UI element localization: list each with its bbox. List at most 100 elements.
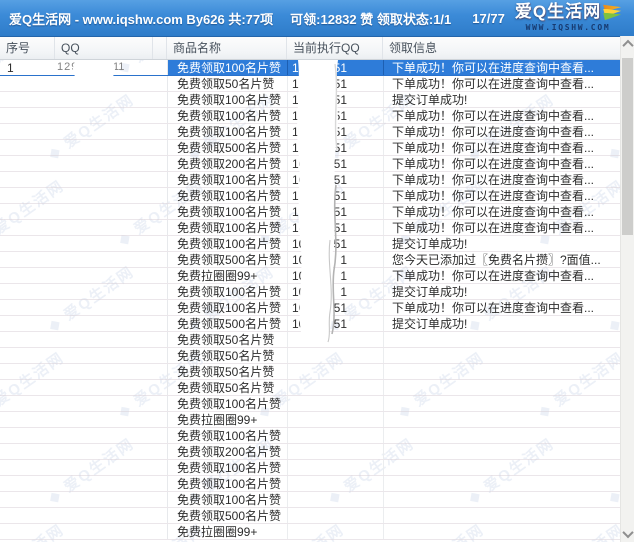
claim-status: 可领:12832 赞 领取状态:1/1 [290, 9, 451, 28]
cell-product: 免费领取100名片赞 [167, 396, 287, 411]
cell-product: 免费领取100名片赞 [167, 172, 287, 187]
table-row[interactable]: 免费领取100名片赞 10 351 下单成功！你可以在进度查询中查看... [0, 172, 620, 188]
table-row[interactable]: 免费领取200名片赞 10 351 下单成功！你可以在进度查询中查看... [0, 156, 620, 172]
table-row[interactable]: 免费领取100名片赞 10 51 下单成功！你可以在进度查询中查看... [0, 220, 620, 236]
table-row[interactable]: 免费拉圈圈99+ [0, 524, 620, 540]
cell-qq [55, 188, 153, 203]
cell-info [383, 428, 620, 443]
cell-qq [55, 108, 153, 123]
cell-info: 下单成功！你可以在进度查询中查看... [383, 124, 620, 139]
cell-qq [55, 124, 153, 139]
table-row[interactable]: 免费领取100名片赞 10 1 提交订单成功! [0, 284, 620, 300]
cell-info [383, 508, 620, 523]
cell-info [383, 364, 620, 379]
table-row[interactable]: 免费领取100名片赞 10 51 下单成功！你可以在进度查询中查看... [0, 124, 620, 140]
exec-prefix: 100 [288, 301, 312, 315]
exec-suffix: 351 [327, 189, 347, 203]
exec-suffix: 351 [327, 157, 347, 171]
table-row[interactable]: 免费领取500名片赞 [0, 508, 620, 524]
column-header-seq[interactable]: 序号 [0, 36, 55, 59]
table-row[interactable]: 免费领取100名片赞 100 51 下单成功！你可以在进度查询中查看... [0, 300, 620, 316]
table-row[interactable]: 免费领取500名片赞 10 51 下单成功！你可以在进度查询中查看... [0, 140, 620, 156]
table-row[interactable]: 免费领取100名片赞 [0, 460, 620, 476]
cell-qq [55, 268, 153, 283]
cell-qq [55, 300, 153, 315]
cell-seq [0, 380, 55, 395]
column-header-qq[interactable]: QQ [55, 36, 153, 59]
table-row[interactable]: 免费领取200名片赞 [0, 444, 620, 460]
table-row[interactable]: 免费领取100名片赞 [0, 396, 620, 412]
cell-qq [55, 76, 153, 91]
scroll-down-button[interactable] [621, 526, 634, 542]
table-row[interactable]: 免费领取100名片赞 [0, 476, 620, 492]
table-row[interactable]: 免费领取50名片赞 [0, 380, 620, 396]
cell-exec-qq [287, 444, 383, 459]
exec-suffix: 51 [334, 93, 347, 107]
cell-gap [153, 460, 167, 475]
cell-seq [0, 444, 55, 459]
cell-qq [55, 476, 153, 491]
table-row[interactable]: 1 129 11 免费领取100名片赞 100 51 下单成功！你可以在进度查询… [0, 60, 620, 76]
table-row[interactable]: 免费领取500名片赞 106 51 提交订单成功! [0, 316, 620, 332]
cell-exec-qq [287, 460, 383, 475]
cell-exec-qq: 10 1 [287, 252, 383, 267]
table-row[interactable]: 免费领取100名片赞 10 351 下单成功！你可以在进度查询中查看... [0, 204, 620, 220]
scroll-up-button[interactable] [621, 36, 634, 52]
cell-gap [153, 108, 167, 123]
titlebar[interactable]: 爱Q生活网 - www.iqshw.com By626 共:77项 可领:128… [0, 0, 634, 37]
column-header-info[interactable]: 领取信息 [383, 36, 620, 59]
column-header-product[interactable]: 商品名称 [167, 36, 287, 59]
cell-exec-qq: 106 51 [287, 316, 383, 331]
cell-product: 免费拉圈圈99+ [167, 524, 287, 539]
cell-info: 下单成功！你可以在进度查询中查看... [383, 300, 620, 315]
table-row[interactable]: 免费领取100名片赞 10 51 提交订单成功! [0, 236, 620, 252]
table-row[interactable]: 免费领取100名片赞 10 351 下单成功！你可以在进度查询中查看... [0, 188, 620, 204]
cell-gap [153, 236, 167, 251]
cell-exec-qq [287, 524, 383, 539]
cell-info: 下单成功！你可以在进度查询中查看... [383, 156, 620, 171]
cell-gap [153, 124, 167, 139]
table-row[interactable]: 免费领取500名片赞 10 1 您今天已添加过〖免费名片攒〗?面值... [0, 252, 620, 268]
table-row[interactable]: 免费拉圈圈99+ [0, 412, 620, 428]
cell-qq [55, 92, 153, 107]
cell-info [383, 492, 620, 507]
exec-prefix: 10 [288, 93, 305, 107]
cell-exec-qq [287, 492, 383, 507]
cell-gap [153, 524, 167, 539]
cell-exec-qq: 10 51 [287, 220, 383, 235]
table-row[interactable]: 免费领取50名片赞 [0, 364, 620, 380]
table-row[interactable]: 免费领取50名片赞 10 51 下单成功！你可以在进度查询中查看... [0, 76, 620, 92]
cell-product: 免费领取50名片赞 [167, 364, 287, 379]
cell-gap [153, 428, 167, 443]
table-row[interactable]: 免费领取100名片赞 [0, 492, 620, 508]
cell-seq [0, 316, 55, 331]
table-row[interactable]: 免费领取100名片赞 10 51 提交订单成功! [0, 92, 620, 108]
cell-qq [55, 364, 153, 379]
cell-qq [55, 236, 153, 251]
column-header-exec-qq[interactable]: 当前执行QQ [287, 36, 383, 59]
table-row[interactable]: 免费领取100名片赞 [0, 428, 620, 444]
cell-gap [153, 188, 167, 203]
table-row[interactable]: 免费领取50名片赞 [0, 332, 620, 348]
cell-exec-qq: 100 51 [287, 60, 383, 75]
cell-exec-qq: 10 51 [287, 108, 383, 123]
cell-info [383, 396, 620, 411]
cell-info [383, 412, 620, 427]
scrollbar-thumb[interactable] [622, 58, 633, 235]
table-row[interactable]: 免费领取100名片赞 10 51 下单成功！你可以在进度查询中查看... [0, 108, 620, 124]
vertical-scrollbar[interactable] [620, 36, 634, 542]
cell-seq [0, 172, 55, 187]
cell-product: 免费领取500名片赞 [167, 316, 287, 331]
cell-info: 下单成功！你可以在进度查询中查看... [383, 220, 620, 235]
cell-product: 免费领取50名片赞 [167, 332, 287, 347]
cell-qq [55, 252, 153, 267]
table-row[interactable]: 免费拉圈圈99+ 10 1 下单成功！你可以在进度查询中查看... [0, 268, 620, 284]
cell-exec-qq [287, 348, 383, 363]
cell-exec-qq [287, 508, 383, 523]
cell-qq [55, 492, 153, 507]
cell-qq [55, 204, 153, 219]
chevron-up-icon [622, 40, 633, 51]
table-row[interactable]: 免费领取50名片赞 [0, 348, 620, 364]
cell-exec-qq [287, 476, 383, 491]
cell-gap [153, 268, 167, 283]
